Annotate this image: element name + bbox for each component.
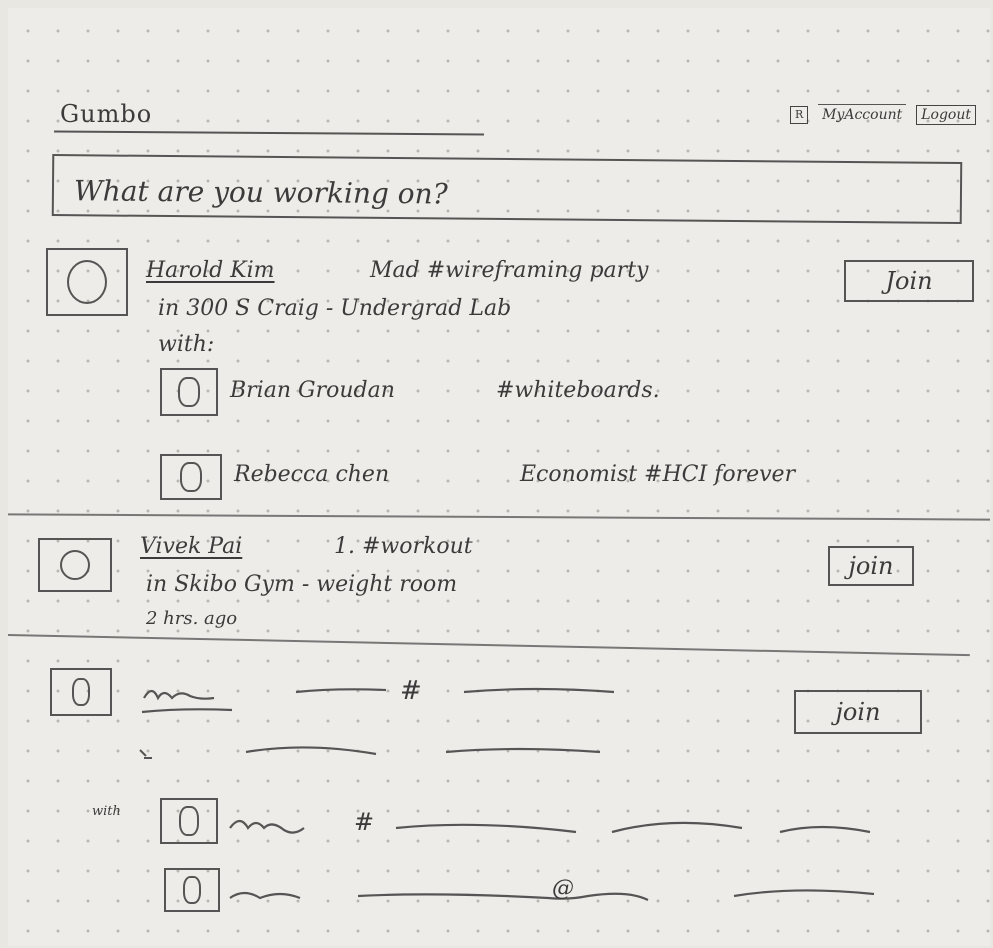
sketch-paper: Gumbo R MyAccount Logout What are you wo…: [8, 8, 990, 946]
post-author-name[interactable]: Harold Kim: [146, 258, 275, 283]
post-time: 2 hrs. ago: [146, 608, 238, 629]
companion-note: #whiteboards.: [496, 378, 660, 403]
placeholder-companion-scribble: [229, 819, 871, 834]
brand-underline: [53, 130, 485, 136]
post-activity: Mad #wireframing party: [370, 258, 649, 283]
user-avatar-icon[interactable]: [164, 868, 220, 912]
user-avatar-icon[interactable]: [160, 454, 222, 500]
post-divider: [8, 513, 990, 521]
companion-name[interactable]: Rebecca chen: [234, 462, 389, 487]
hashtag-mark: #: [354, 808, 375, 836]
join-button[interactable]: Join: [844, 260, 974, 302]
account-icon[interactable]: R: [790, 105, 809, 124]
post-author-name[interactable]: Vivek Pai: [140, 534, 242, 559]
hashtag-mark: #: [400, 676, 422, 706]
join-button[interactable]: join: [828, 546, 914, 586]
status-input[interactable]: What are you working on?: [51, 154, 963, 224]
post-location: in Skibo Gym - weight room: [146, 572, 458, 597]
logout-button[interactable]: Logout: [916, 104, 976, 125]
post-activity: 1. #workout: [334, 534, 473, 559]
user-avatar-icon[interactable]: [38, 538, 112, 592]
user-avatar-icon[interactable]: [160, 798, 218, 844]
placeholder-author-scribble: [141, 687, 615, 714]
user-avatar-icon[interactable]: [160, 368, 218, 416]
user-avatar-icon[interactable]: [46, 248, 128, 316]
with-label: with: [92, 804, 121, 819]
placeholder-location-scribble: [139, 746, 601, 759]
top-nav: R MyAccount Logout: [790, 104, 976, 125]
post-divider: [8, 634, 970, 657]
at-mark: @: [552, 876, 574, 901]
companion-name[interactable]: Brian Groudan: [230, 378, 395, 403]
with-label: with:: [158, 332, 215, 357]
post-location: in 300 S Craig - Undergrad Lab: [158, 296, 512, 321]
companion-note: Economist #HCI forever: [520, 462, 796, 487]
my-account-link[interactable]: MyAccount: [818, 104, 907, 125]
join-button[interactable]: join: [794, 690, 922, 734]
app-brand[interactable]: Gumbo: [60, 100, 152, 128]
user-avatar-icon[interactable]: [50, 668, 112, 716]
